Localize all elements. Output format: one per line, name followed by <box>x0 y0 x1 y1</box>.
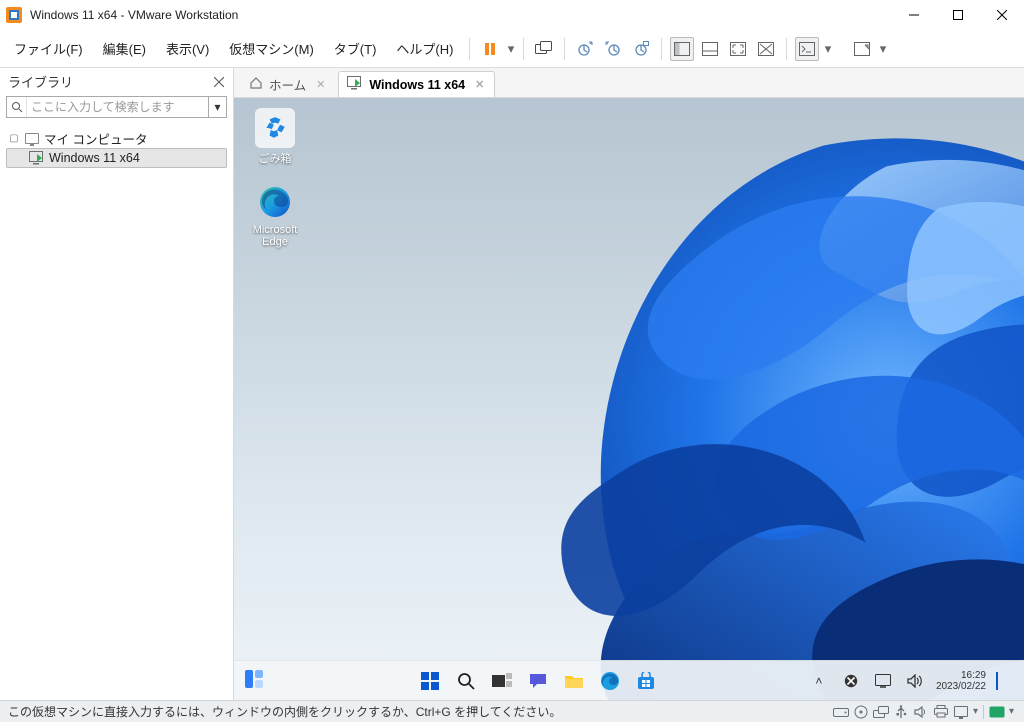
device-sound-icon[interactable] <box>911 703 931 721</box>
devices-dropdown[interactable]: ▾ <box>973 706 978 717</box>
vm-message-log-icon[interactable] <box>987 703 1007 721</box>
home-icon <box>249 76 263 93</box>
tree-item-label: Windows 11 x64 <box>49 151 140 165</box>
explorer-icon[interactable] <box>563 670 585 692</box>
tray-ime-icon[interactable] <box>872 670 894 692</box>
desktop-icon-recycle-label: ごみ箱 <box>240 150 310 166</box>
menu-file[interactable]: ファイル(F) <box>6 35 91 62</box>
menu-vm[interactable]: 仮想マシン(M) <box>221 35 322 62</box>
desktop-icon-edge-label: Microsoft Edge <box>240 224 310 248</box>
menu-help[interactable]: ヘルプ(H) <box>388 35 461 62</box>
edge-taskbar-icon[interactable] <box>599 670 621 692</box>
console-view-icon[interactable] <box>795 37 819 61</box>
device-display-icon[interactable] <box>951 703 971 721</box>
monitor-icon <box>24 130 40 146</box>
tab-home[interactable]: ホーム ✕ <box>240 71 336 97</box>
window-title: Windows 11 x64 - VMware Workstation <box>30 8 238 22</box>
snapshot-take-icon[interactable] <box>573 37 597 61</box>
library-search-dropdown[interactable]: ▾ <box>208 97 226 117</box>
win11-bloom-wallpaper <box>364 98 1024 700</box>
collapse-icon: ▢ <box>8 133 20 144</box>
tree-root-label: マイ コンピュータ <box>44 129 147 148</box>
stretch-dropdown[interactable]: ▾ <box>878 41 887 57</box>
guest-taskbar: ˄ 16:29 2023/02/22 <box>234 660 1024 700</box>
library-close-button[interactable] <box>211 74 227 90</box>
tree-item-windows11[interactable]: Windows 11 x64 <box>6 148 227 168</box>
stretch-guest-icon[interactable] <box>850 37 874 61</box>
tabstrip: ホーム ✕ Windows 11 x64 ✕ <box>234 68 1024 98</box>
menu-edit[interactable]: 編集(E) <box>95 35 154 62</box>
view-fullscreen-icon[interactable] <box>726 37 750 61</box>
view-thumbnail2-icon[interactable] <box>698 37 722 61</box>
window-maximize-button[interactable] <box>936 0 980 30</box>
tree-root-my-computer[interactable]: ▢ マイ コンピュータ <box>6 128 227 148</box>
library-search[interactable]: ▾ <box>6 96 227 118</box>
toolbar-separator <box>523 38 524 60</box>
menubar: ファイル(F) 編集(E) 表示(V) 仮想マシン(M) タブ(T) ヘルプ(H… <box>0 30 1024 68</box>
device-network-icon[interactable] <box>871 703 891 721</box>
suspend-button[interactable] <box>478 37 502 61</box>
vmware-app-icon <box>6 7 22 23</box>
content-area: ホーム ✕ Windows 11 x64 ✕ <box>234 68 1024 700</box>
tray-chevron-icon[interactable]: ˄ <box>808 670 830 692</box>
chat-icon[interactable] <box>527 670 549 692</box>
recycle-bin-icon <box>255 108 295 148</box>
menu-view[interactable]: 表示(V) <box>158 35 217 62</box>
device-printer-icon[interactable] <box>931 703 951 721</box>
status-message: この仮想マシンに直接入力するには、ウィンドウの内側をクリックするか、Ctrl+G… <box>8 703 831 720</box>
tray-time: 16:29 <box>936 670 986 681</box>
tray-clock[interactable]: 16:29 2023/02/22 <box>936 670 986 692</box>
tab-home-close[interactable]: ✕ <box>316 78 325 91</box>
menu-tab[interactable]: タブ(T) <box>326 35 385 62</box>
view-unity-icon[interactable] <box>754 37 778 61</box>
vm-running-icon <box>347 76 363 93</box>
tray-vmtools-icon[interactable] <box>840 670 862 692</box>
widgets-icon[interactable] <box>244 669 268 694</box>
tray-date: 2023/02/22 <box>936 681 986 692</box>
tab-active-close[interactable]: ✕ <box>475 78 484 91</box>
statusbar: この仮想マシンに直接入力するには、ウィンドウの内側をクリックするか、Ctrl+G… <box>0 700 1024 722</box>
library-title: ライブラリ <box>8 72 211 91</box>
guest-view[interactable]: ごみ箱 Microsoft Edge <box>234 98 1024 700</box>
window-close-button[interactable] <box>980 0 1024 30</box>
taskview-icon[interactable] <box>491 670 513 692</box>
toolbar-separator <box>469 38 470 60</box>
tab-windows11[interactable]: Windows 11 x64 ✕ <box>338 71 495 97</box>
tab-home-label: ホーム <box>269 75 306 94</box>
vm-message-dropdown[interactable]: ▾ <box>1009 706 1014 717</box>
edge-icon <box>255 182 295 222</box>
toolbar-separator <box>661 38 662 60</box>
snapshot-manager-icon[interactable] <box>629 37 653 61</box>
tray-volume-icon[interactable] <box>904 670 926 692</box>
tray-notifications-icon[interactable] <box>996 672 1014 690</box>
titlebar: Windows 11 x64 - VMware Workstation <box>0 0 1024 30</box>
toolbar-separator <box>786 38 787 60</box>
device-cddvd-icon[interactable] <box>851 703 871 721</box>
status-separator <box>983 705 984 719</box>
store-icon[interactable] <box>635 670 657 692</box>
tab-active-label: Windows 11 x64 <box>369 78 465 92</box>
console-view-dropdown[interactable]: ▾ <box>823 41 832 57</box>
desktop-icon-edge[interactable]: Microsoft Edge <box>240 182 310 248</box>
toolbar-separator <box>564 38 565 60</box>
view-thumbnail1-icon[interactable] <box>670 37 694 61</box>
start-icon[interactable] <box>419 670 441 692</box>
library-search-input[interactable] <box>27 100 208 114</box>
device-harddisk-icon[interactable] <box>831 703 851 721</box>
window-minimize-button[interactable] <box>892 0 936 30</box>
search-icon <box>7 97 27 117</box>
device-usb-icon[interactable] <box>891 703 911 721</box>
library-sidebar: ライブラリ ▾ ▢ マイ コンピュータ <box>0 68 234 700</box>
power-dropdown[interactable]: ▾ <box>506 41 515 57</box>
search-icon[interactable] <box>455 670 477 692</box>
snapshot-revert-icon[interactable] <box>601 37 625 61</box>
library-tree: ▢ マイ コンピュータ Windows 11 x64 <box>0 124 233 172</box>
send-ctrl-alt-del-icon[interactable] <box>532 37 556 61</box>
vm-running-icon <box>29 150 45 166</box>
desktop-icon-recycle-bin[interactable]: ごみ箱 <box>240 108 310 166</box>
